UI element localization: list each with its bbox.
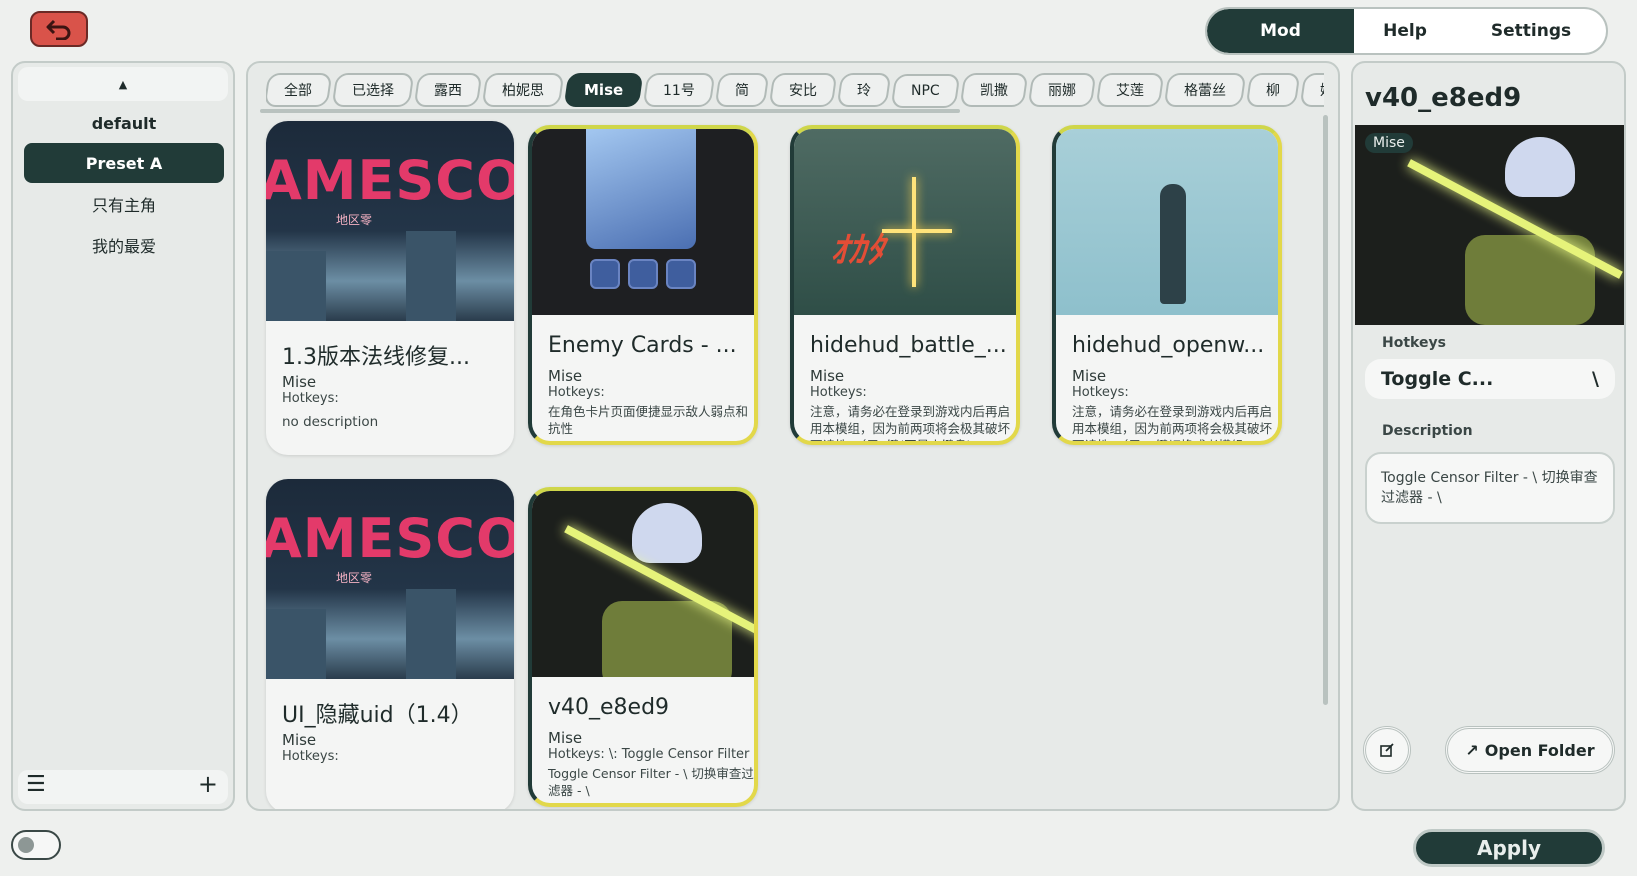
scroll-up-button[interactable]: ▲ <box>18 67 228 101</box>
external-link-icon: ↗ <box>1465 740 1479 760</box>
preset-item-default[interactable]: default <box>24 103 224 143</box>
apply-button[interactable]: Apply <box>1413 829 1605 867</box>
detail-title: v40_e8ed9 <box>1365 83 1522 113</box>
back-button[interactable] <box>30 11 88 47</box>
mod-author: Mise <box>282 731 317 749</box>
mod-description: no description <box>282 414 379 430</box>
mod-title: UI_隐藏uid（1.4） <box>282 703 473 728</box>
tab-mod[interactable]: Mod <box>1207 9 1354 53</box>
open-folder-label: Open Folder <box>1484 740 1595 760</box>
category-tab[interactable]: 丽娜 <box>1027 73 1097 107</box>
menu-icon[interactable]: ☰ <box>26 772 46 797</box>
category-tab[interactable]: 艾莲 <box>1095 73 1165 107</box>
mod-thumbnail <box>532 491 754 677</box>
mod-thumbnail <box>1056 129 1278 315</box>
mod-hotkeys: Hotkeys: \: Toggle Censor Filter <box>548 747 750 762</box>
category-tab[interactable]: 已选择 <box>331 73 415 107</box>
mod-card[interactable]: hidehud_openw... Mise Hotkeys: 注意，请务必在登录… <box>1052 125 1282 445</box>
mod-thumbnail: ｵｶﾀ <box>794 129 1016 315</box>
top-nav: Mod Help Settings <box>1205 7 1608 55</box>
description-label: Description <box>1382 423 1473 439</box>
mod-title: v40_e8ed9 <box>548 695 670 720</box>
category-tab[interactable]: 格蕾丝 <box>1163 73 1247 107</box>
tab-help[interactable]: Help <box>1354 9 1456 53</box>
description-box: Toggle Censor Filter - \ 切换审查过滤器 - \ <box>1365 452 1615 524</box>
preset-item-preset-a[interactable]: Preset A <box>24 143 224 183</box>
open-folder-button[interactable]: ↗ Open Folder <box>1445 726 1615 774</box>
detail-preview-image: Mise <box>1355 125 1624 325</box>
mode-toggle[interactable] <box>11 830 61 860</box>
mod-thumbnail: AMESCON 地区零 <box>266 121 514 321</box>
category-tab[interactable]: 玲 <box>836 73 892 107</box>
hotkey-key: \ <box>1592 368 1599 390</box>
mod-hotkeys: Hotkeys: <box>282 391 339 406</box>
add-preset-button[interactable]: + <box>198 770 218 798</box>
mod-card[interactable]: AMESCON 地区零 1.3版本法线修复... Mise Hotkeys: n… <box>266 121 514 455</box>
category-tab[interactable]: 安比 <box>768 73 838 107</box>
hotkeys-label: Hotkeys <box>1382 335 1446 351</box>
preset-toolbar: ☰ + <box>18 770 228 804</box>
edit-icon <box>1380 743 1394 757</box>
mod-title: 1.3版本法线修复... <box>282 345 470 370</box>
mod-hotkeys: Hotkeys: <box>810 385 867 400</box>
mod-description: 注意，请务必在登录到游戏内后再启用本模组，因为前两项将会极其破坏可读性。（用2键… <box>810 404 1011 441</box>
mod-thumbnail <box>532 129 754 315</box>
mod-detail-panel: v40_e8ed9 Mise Hotkeys Toggle C... \ Des… <box>1351 61 1626 811</box>
mod-title: Enemy Cards - ... <box>548 333 737 358</box>
preset-panel: ▲ default Preset A 只有主角 我的最爱 ☰ + <box>11 61 235 811</box>
mod-description: 注意，请务必在登录到游戏内后再启用本模组，因为前两项将会极其破坏可读性。（用F1… <box>1072 404 1273 441</box>
mod-card[interactable]: AMESCON 地区零 UI_隐藏uid（1.4） Mise Hotkeys: <box>266 479 514 809</box>
category-tab-active[interactable]: Mise <box>563 73 644 107</box>
mod-hotkeys: Hotkeys: <box>548 385 605 400</box>
mod-description: 在角色卡片页面便捷显示敌人弱点和抗性 <box>548 404 749 436</box>
caret-up-icon: ▲ <box>118 77 128 91</box>
tabs-scrollbar[interactable] <box>260 109 960 113</box>
mod-card[interactable]: Enemy Cards - ... Mise Hotkeys: 在角色卡片页面便… <box>528 125 758 445</box>
undo-arrow-icon <box>46 19 71 40</box>
mod-card[interactable]: ｵｶﾀ hidehud_battle_... Mise Hotkeys: 注意，… <box>790 125 1020 445</box>
mod-thumbnail: AMESCON 地区零 <box>266 479 514 679</box>
category-tab[interactable]: 简 <box>714 73 770 107</box>
mod-title: hidehud_openw... <box>1072 333 1265 358</box>
category-tab[interactable]: 妮可 <box>1299 73 1324 107</box>
category-tab[interactable]: NPC <box>890 74 961 108</box>
mod-description: Toggle Censor Filter - \ 切换审查过滤器 - \ <box>548 766 754 798</box>
category-tab[interactable]: 凯撒 <box>959 73 1029 107</box>
author-badge: Mise <box>1365 133 1413 153</box>
category-tab[interactable]: 露西 <box>413 73 483 107</box>
category-tabs: 全部 已选择 露西 柏妮思 Mise 11号简安比玲 NPC 凯撒 丽娜 艾莲 格蕾丝柳妮可 <box>266 73 1324 113</box>
category-tab[interactable]: 11号 <box>642 73 716 107</box>
tab-settings[interactable]: Settings <box>1456 9 1606 53</box>
mod-author: Mise <box>810 367 845 385</box>
mod-hotkeys: Hotkeys: <box>282 749 339 764</box>
mod-title: hidehud_battle_... <box>810 333 1006 358</box>
preset-item-favorites[interactable]: 我的最爱 <box>24 225 224 265</box>
mod-card[interactable]: v40_e8ed9 Mise Hotkeys: \: Toggle Censor… <box>528 487 758 807</box>
mod-author: Mise <box>548 367 583 385</box>
mod-grid-panel: 全部 已选择 露西 柏妮思 Mise 11号简安比玲 NPC 凯撒 丽娜 艾莲 格蕾丝柳妮可 AME… <box>246 61 1340 811</box>
mod-author: Mise <box>1072 367 1107 385</box>
hotkey-row[interactable]: Toggle C... \ <box>1365 359 1615 399</box>
category-tab[interactable]: 全部 <box>266 73 333 107</box>
preset-item-only-protagonist[interactable]: 只有主角 <box>24 184 224 224</box>
mod-author: Mise <box>282 373 317 391</box>
hotkey-name: Toggle C... <box>1381 368 1494 390</box>
category-tab[interactable]: 柏妮思 <box>481 73 565 107</box>
mod-hotkeys: Hotkeys: <box>1072 385 1129 400</box>
category-tab[interactable]: 柳 <box>1245 73 1301 107</box>
edit-button[interactable] <box>1363 726 1411 774</box>
toggle-knob <box>18 837 34 853</box>
mod-author: Mise <box>548 729 583 747</box>
grid-scrollbar[interactable] <box>1323 115 1328 705</box>
